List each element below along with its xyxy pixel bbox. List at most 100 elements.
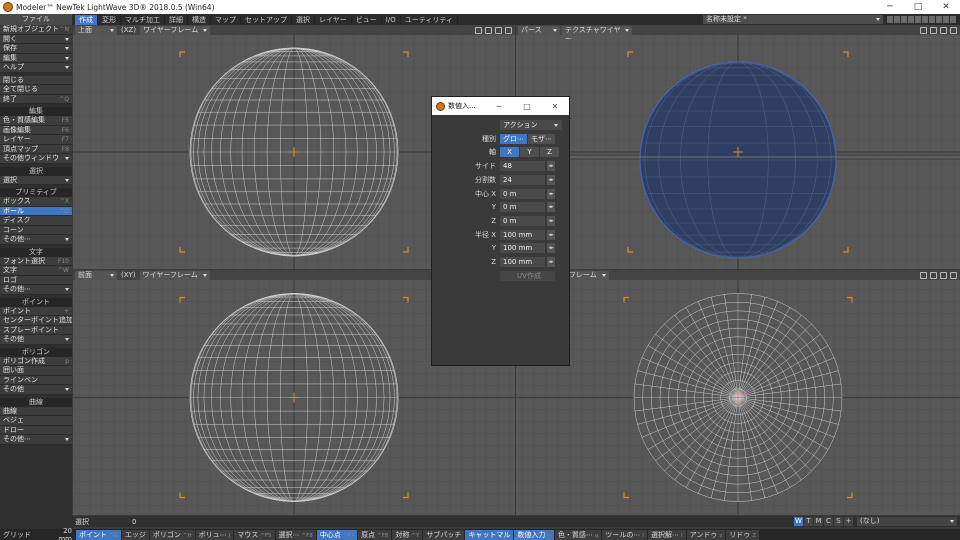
sidebar-item[interactable]: ポリゴン作成 p: [0, 356, 72, 366]
dialog-maximize-button[interactable]: □: [513, 102, 541, 111]
mode-button-S[interactable]: S: [834, 517, 843, 526]
render-mode-dropdown[interactable]: ワイヤーフレーム: [139, 270, 210, 280]
file-menu[interactable]: ファイル: [0, 14, 72, 25]
bottom-button[interactable]: ボリュ⋯ J: [195, 529, 234, 540]
center-x-input[interactable]: 0 m: [500, 188, 545, 199]
tab-5[interactable]: マップ: [211, 14, 241, 25]
tab-11[interactable]: ユーティリティ: [401, 14, 458, 25]
sidebar-item[interactable]: センターポイント追加: [0, 316, 72, 326]
sidebar-item[interactable]: 色・質感編集 F5: [0, 116, 72, 126]
mode-button-T[interactable]: T: [804, 517, 813, 526]
dialog-minimize-button[interactable]: ─: [485, 102, 513, 111]
sidebar-item[interactable]: 画像編集 F6: [0, 125, 72, 135]
spinner-icon[interactable]: ◂▸: [547, 201, 555, 212]
bottom-button[interactable]: ポリゴン ^H: [149, 529, 195, 540]
bottom-button[interactable]: アンドゥ z: [686, 529, 726, 540]
segments-input[interactable]: 24: [500, 174, 545, 185]
sidebar-item[interactable]: その他ウィンドウ: [0, 154, 72, 164]
rotate-view-icon[interactable]: [485, 26, 492, 34]
minimize-button[interactable]: ─: [876, 2, 904, 12]
radius-y-input[interactable]: 100 mm: [500, 242, 545, 253]
rotate-view-icon[interactable]: [930, 26, 937, 34]
sidebar-item[interactable]: スプレーポイント: [0, 325, 72, 335]
move-view-icon[interactable]: [475, 26, 482, 34]
sidebar-item[interactable]: フォント選択 F10: [0, 256, 72, 266]
sidebar-item[interactable]: コーン: [0, 225, 72, 235]
dialog-close-button[interactable]: ✕: [541, 102, 569, 111]
sidebar-item[interactable]: 編集: [0, 53, 72, 63]
tab-3[interactable]: 詳細: [165, 14, 188, 25]
action-dropdown[interactable]: アクション: [500, 119, 562, 130]
maximize-view-icon[interactable]: [950, 271, 957, 279]
move-view-icon[interactable]: [920, 271, 927, 279]
viewport-perspective[interactable]: パース テクスチャワイヤー: [516, 25, 960, 269]
axis-z-option[interactable]: Z: [540, 146, 559, 157]
sidebar-item[interactable]: 頂点マップ F8: [0, 144, 72, 154]
zoom-view-icon[interactable]: [495, 26, 502, 34]
bottom-button[interactable]: エッジ: [121, 529, 149, 540]
sidebar-item[interactable]: 保存: [0, 44, 72, 54]
bottom-button[interactable]: ツールの⋯ I: [602, 529, 647, 540]
spinner-icon[interactable]: ◂▸: [547, 174, 555, 185]
bottom-button[interactable]: 色・質感⋯ q: [554, 529, 602, 540]
rotate-view-icon[interactable]: [930, 271, 937, 279]
sidebar-item[interactable]: ドロー: [0, 425, 72, 435]
spinner-icon[interactable]: ◂▸: [547, 188, 555, 199]
bottom-button[interactable]: マウス ^F5: [234, 529, 275, 540]
bottom-button[interactable]: ポイント ^G: [76, 529, 121, 540]
tab-8[interactable]: レイヤー: [315, 14, 352, 25]
vertex-map-selector[interactable]: (なし): [857, 517, 957, 526]
bottom-button[interactable]: 原点 ^F8: [358, 529, 392, 540]
sidebar-item[interactable]: その他⋯: [0, 285, 72, 295]
sidebar-item[interactable]: 文字 ^W: [0, 266, 72, 276]
sidebar-item[interactable]: レイヤー F7: [0, 135, 72, 145]
tab-2[interactable]: マルチ加工: [121, 14, 165, 25]
sidebar-item[interactable]: ボール ^O: [0, 206, 72, 216]
sides-input[interactable]: 48: [500, 160, 545, 171]
maximize-view-icon[interactable]: [505, 26, 512, 34]
tab-1[interactable]: 変形: [98, 14, 121, 25]
spinner-icon[interactable]: ◂▸: [547, 160, 555, 171]
tab-9[interactable]: ビュー: [352, 14, 382, 25]
sidebar-item[interactable]: その他⋯: [0, 235, 72, 245]
bottom-button[interactable]: サブパッチ: [423, 529, 465, 540]
view-type-dropdown[interactable]: パース: [518, 25, 560, 35]
bottom-button[interactable]: 数値入力 n: [514, 529, 554, 540]
spinner-icon[interactable]: ◂▸: [547, 229, 555, 240]
maximize-button[interactable]: □: [904, 2, 932, 12]
sidebar-item[interactable]: 全て閉じる: [0, 85, 72, 95]
mode-button-+[interactable]: +: [844, 517, 853, 526]
viewport-right[interactable]: (ZY)ワイヤーフレーム: [516, 270, 960, 515]
sidebar-item[interactable]: 曲線: [0, 406, 72, 416]
move-view-icon[interactable]: [920, 26, 927, 34]
close-button[interactable]: ✕: [932, 2, 960, 12]
mode-button-W[interactable]: W: [794, 517, 803, 526]
tab-10[interactable]: I/O: [382, 14, 401, 25]
mode-button-M[interactable]: M: [814, 517, 823, 526]
sidebar-item[interactable]: その他: [0, 385, 72, 395]
axis-x-option[interactable]: X: [500, 146, 519, 157]
sidebar-item[interactable]: ディスク: [0, 216, 72, 226]
center-y-input[interactable]: 0 m: [500, 201, 545, 212]
sidebar-item[interactable]: ロゴ: [0, 275, 72, 285]
sidebar-item[interactable]: 囲い面: [0, 366, 72, 376]
sidebar-item[interactable]: 選択: [0, 175, 72, 185]
sidebar-item[interactable]: ポイント +: [0, 306, 72, 316]
sidebar-item[interactable]: 終了 ^Q: [0, 94, 72, 104]
zoom-view-icon[interactable]: [940, 26, 947, 34]
bottom-button[interactable]: リドゥ Z: [726, 529, 759, 540]
view-type-dropdown[interactable]: 前面: [75, 270, 117, 280]
view-type-dropdown[interactable]: 上面: [75, 25, 117, 35]
sidebar-item[interactable]: 開く: [0, 34, 72, 44]
radius-x-input[interactable]: 100 mm: [500, 229, 545, 240]
sidebar-item[interactable]: ボックス ^X: [0, 197, 72, 207]
sidebar-item[interactable]: 閉じる: [0, 75, 72, 85]
zoom-view-icon[interactable]: [940, 271, 947, 279]
type-tessellation-option[interactable]: モザ⋯: [528, 133, 555, 144]
sidebar-item[interactable]: ヘルプ: [0, 63, 72, 73]
type-globe-option[interactable]: グロ⋯: [500, 133, 527, 144]
tab-0[interactable]: 作成: [75, 14, 98, 25]
maximize-view-icon[interactable]: [950, 26, 957, 34]
spinner-icon[interactable]: ◂▸: [547, 256, 555, 267]
axis-y-option[interactable]: Y: [520, 146, 539, 157]
